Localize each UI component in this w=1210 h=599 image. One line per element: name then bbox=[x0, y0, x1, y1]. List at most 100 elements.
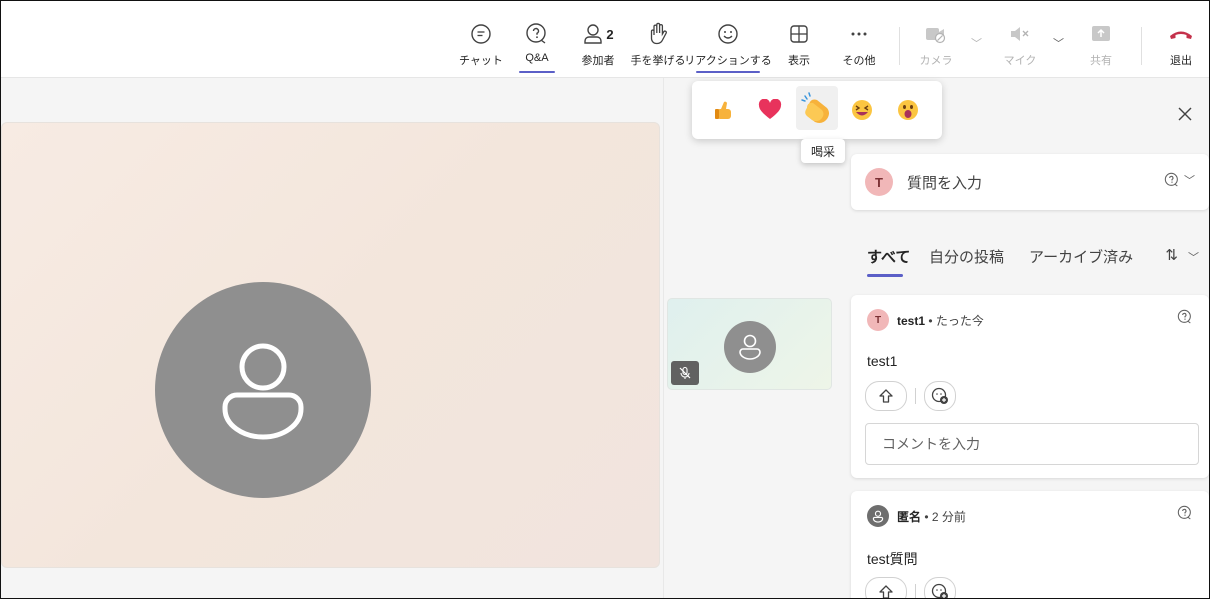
ask-question-box[interactable]: T ﹀ bbox=[851, 154, 1209, 210]
qa-label: Q&A bbox=[525, 52, 549, 64]
share-button[interactable]: 共有 bbox=[1081, 1, 1121, 77]
main-participant-tile[interactable] bbox=[1, 122, 660, 568]
question-card: T test1 • たった今 test1 bbox=[851, 295, 1209, 478]
post-time: たった今 bbox=[935, 313, 984, 328]
question-icon bbox=[1177, 309, 1193, 330]
question-text: test質問 bbox=[867, 551, 918, 567]
surprised-face-icon bbox=[898, 100, 918, 120]
divider bbox=[915, 388, 916, 404]
camera-button[interactable]: カメラ bbox=[913, 1, 959, 77]
meeting-toolbar: チャット Q&A 2 参加者 手を挙げる リアクションする 表示 その他 カメラ… bbox=[1, 1, 1209, 78]
participants-button[interactable]: 2 参加者 bbox=[575, 1, 621, 77]
participants-icon: 2 bbox=[578, 21, 618, 47]
mic-off-badge bbox=[671, 361, 699, 385]
self-video-tile[interactable] bbox=[667, 298, 832, 390]
comment-box[interactable] bbox=[865, 423, 1199, 465]
meeting-window: チャット Q&A 2 参加者 手を挙げる リアクションする 表示 その他 カメラ… bbox=[0, 0, 1210, 599]
comment-input[interactable] bbox=[880, 424, 1184, 464]
chevron-down-icon: ﹀ bbox=[1188, 252, 1199, 264]
close-panel-button[interactable] bbox=[1171, 100, 1199, 128]
add-emoji-icon bbox=[931, 583, 948, 598]
view-label: 表示 bbox=[788, 55, 810, 67]
toolbar-divider bbox=[1141, 27, 1142, 65]
upvote-button[interactable] bbox=[865, 577, 907, 598]
react-active-indicator bbox=[696, 71, 760, 73]
participant-count-badge: 2 bbox=[606, 26, 614, 42]
arrow-up-icon bbox=[879, 389, 893, 403]
mic-off-icon bbox=[679, 366, 691, 379]
camera-label: カメラ bbox=[919, 55, 953, 67]
qa-panel: T ﹀ すべて 自分の投稿 アーカイブ済み ⇅ ﹀ T test1 • たった今 bbox=[837, 78, 1209, 598]
participants-label: 参加者 bbox=[581, 55, 615, 67]
leave-button[interactable]: 退出 bbox=[1161, 1, 1201, 77]
question-input[interactable] bbox=[905, 170, 1129, 196]
question-type-dropdown[interactable]: ﹀ bbox=[1164, 172, 1195, 188]
upvote-button[interactable] bbox=[865, 381, 907, 411]
chat-button[interactable]: チャット bbox=[459, 1, 503, 77]
mic-options-chevron-icon[interactable]: ﹀ bbox=[1053, 35, 1064, 51]
add-reaction-button[interactable] bbox=[924, 381, 956, 411]
chat-label: チャット bbox=[459, 55, 503, 67]
post-time: 2 分前 bbox=[931, 509, 966, 524]
camera-off-icon bbox=[923, 21, 949, 47]
raise-hand-label: 手を挙げる bbox=[630, 55, 686, 67]
camera-options-chevron-icon[interactable]: ﹀ bbox=[971, 35, 982, 51]
heart-icon bbox=[758, 99, 782, 119]
mic-button[interactable]: マイク bbox=[997, 1, 1043, 77]
reactions-popup bbox=[692, 81, 942, 139]
surprised-reaction[interactable] bbox=[890, 91, 926, 129]
author-avatar: T bbox=[867, 309, 889, 331]
laughing-face-icon bbox=[852, 100, 872, 120]
question-header: T test1 • たった今 bbox=[867, 309, 984, 331]
author-name: 匿名 bbox=[897, 509, 922, 524]
person-icon bbox=[739, 334, 761, 360]
self-avatar bbox=[724, 321, 776, 373]
smiley-icon bbox=[715, 21, 741, 47]
user-avatar: T bbox=[865, 168, 893, 196]
more-label: その他 bbox=[842, 55, 876, 67]
arrow-up-icon bbox=[879, 585, 893, 598]
more-icon bbox=[846, 21, 872, 47]
qa-filter-tabs: すべて 自分の投稿 アーカイブ済み ⇅ ﹀ bbox=[851, 246, 1209, 277]
chat-icon bbox=[468, 21, 494, 47]
participant-avatar bbox=[155, 282, 371, 498]
tab-active-indicator bbox=[867, 274, 903, 277]
question-card: 匿名 • 2 分前 test質問 bbox=[851, 491, 1209, 598]
react-button[interactable]: リアクションする bbox=[684, 1, 772, 77]
add-reaction-button[interactable] bbox=[924, 577, 956, 598]
thumbs-up-icon bbox=[715, 101, 731, 119]
sort-icon: ⇅ bbox=[1165, 247, 1178, 264]
tab-all[interactable]: すべて bbox=[867, 246, 910, 267]
tab-my-posts[interactable]: 自分の投稿 bbox=[929, 246, 1004, 267]
video-stage bbox=[1, 78, 663, 598]
grid-view-icon bbox=[786, 21, 812, 47]
thumbs-up-reaction[interactable] bbox=[706, 91, 742, 129]
leave-label: 退出 bbox=[1170, 55, 1192, 67]
reaction-tooltip: 喝采 bbox=[801, 139, 846, 163]
qa-button[interactable]: Q&A bbox=[513, 1, 561, 77]
question-icon bbox=[1177, 505, 1193, 526]
speaker-muted-icon bbox=[1007, 21, 1033, 47]
question-actions bbox=[865, 381, 956, 411]
more-button[interactable]: その他 bbox=[837, 1, 881, 77]
question-header: 匿名 • 2 分前 bbox=[867, 505, 966, 527]
close-icon bbox=[1178, 107, 1192, 121]
heart-reaction[interactable] bbox=[752, 91, 788, 129]
person-icon bbox=[222, 343, 304, 440]
view-button[interactable]: 表示 bbox=[779, 1, 819, 77]
qa-active-indicator bbox=[519, 71, 555, 73]
toolbar-divider bbox=[899, 27, 900, 65]
applause-reaction[interactable] bbox=[796, 86, 838, 130]
laugh-reaction[interactable] bbox=[844, 91, 880, 129]
sort-button[interactable]: ⇅ ﹀ bbox=[1165, 246, 1199, 265]
share-label: 共有 bbox=[1090, 55, 1112, 67]
tab-archived[interactable]: アーカイブ済み bbox=[1029, 246, 1133, 267]
question-actions bbox=[865, 577, 956, 598]
chevron-down-icon: ﹀ bbox=[1184, 175, 1195, 187]
raise-hand-button[interactable]: 手を挙げる bbox=[629, 1, 687, 77]
add-emoji-icon bbox=[931, 387, 948, 404]
raise-hand-icon bbox=[645, 21, 671, 47]
leave-phone-icon bbox=[1168, 21, 1194, 47]
divider bbox=[915, 584, 916, 598]
qa-icon bbox=[1164, 172, 1178, 187]
